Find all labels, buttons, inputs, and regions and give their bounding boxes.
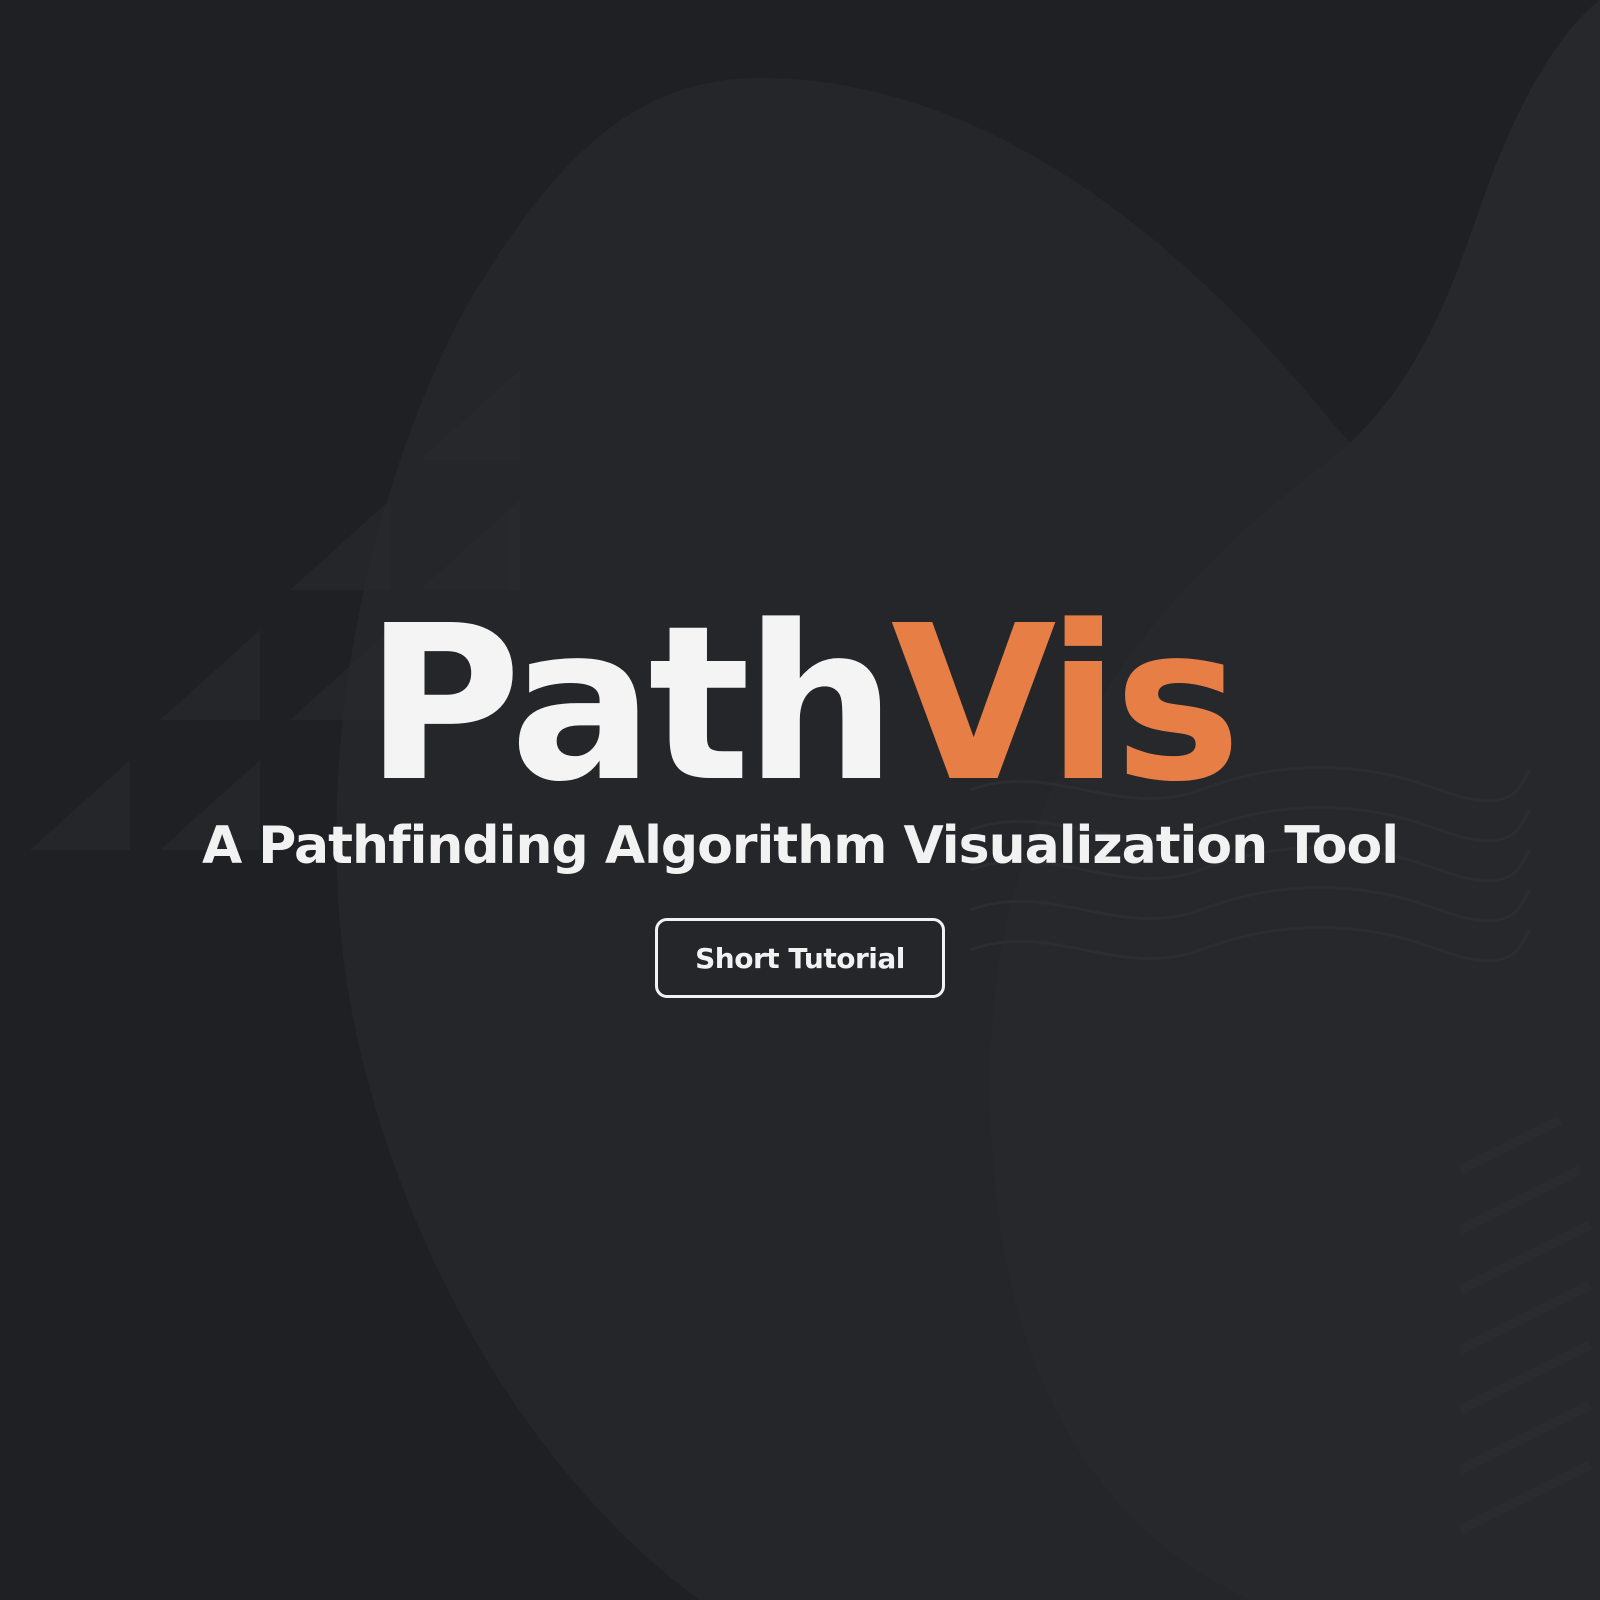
app-subtitle: A Pathfinding Algorithm Visualization To… bbox=[201, 816, 1399, 876]
short-tutorial-button[interactable]: Short Tutorial bbox=[655, 918, 945, 998]
app-title-accent: Vis bbox=[890, 580, 1242, 829]
app-title-primary: Path bbox=[364, 580, 897, 829]
hero-section: PathVis A Pathfinding Algorithm Visualiz… bbox=[0, 0, 1600, 1600]
app-title: PathVis bbox=[0, 598, 1600, 812]
landing-page: PathVis A Pathfinding Algorithm Visualiz… bbox=[0, 0, 1600, 1600]
